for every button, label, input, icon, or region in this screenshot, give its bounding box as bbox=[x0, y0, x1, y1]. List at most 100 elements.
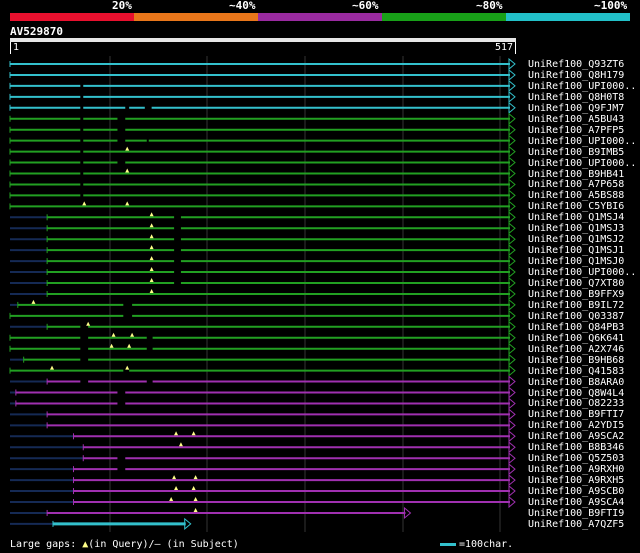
hit-row bbox=[9, 331, 516, 344]
subject-gap bbox=[117, 456, 126, 461]
hit-name-link[interactable]: UniRef100_A5BS88 bbox=[528, 190, 624, 201]
hit-name-link[interactable]: UniRef100_B9HB41 bbox=[528, 169, 624, 180]
hit-name-link[interactable]: UniRef100_B8ARA0 bbox=[528, 377, 624, 388]
hit-row bbox=[9, 156, 516, 169]
scale-text: =100char. bbox=[459, 539, 514, 550]
hit-name-link[interactable]: UniRef100_B9HB68 bbox=[528, 355, 624, 366]
hit-row bbox=[10, 265, 516, 279]
hit-row bbox=[10, 441, 516, 454]
query-gap-triangle bbox=[149, 212, 154, 217]
hit-name-link[interactable]: UniRef100_Q1MSJ1 bbox=[528, 245, 624, 256]
hit-name-link[interactable]: UniRef100_C5YBI6 bbox=[528, 201, 624, 212]
subject-gap bbox=[117, 127, 126, 132]
subject-gap bbox=[123, 313, 133, 318]
hit-row bbox=[10, 408, 516, 421]
hit-name-link[interactable]: UniRef100_B9IL72 bbox=[528, 300, 624, 311]
hit-name-link[interactable]: UniRef100_Q7XT80 bbox=[528, 278, 624, 289]
hit-row bbox=[10, 211, 516, 224]
hit-name-link[interactable]: UniRef100_Q6K641 bbox=[528, 333, 624, 344]
subject-gap bbox=[146, 138, 149, 143]
subject-gap bbox=[80, 149, 84, 154]
query-gap-triangle bbox=[191, 486, 196, 491]
subject-gap bbox=[80, 193, 84, 198]
hit-row bbox=[9, 309, 516, 322]
hit-name-link[interactable]: UniRef100_A2X746 bbox=[528, 344, 624, 355]
subject-gap bbox=[117, 138, 126, 143]
hit-name-link[interactable]: UniRef100_A9RXH0 bbox=[528, 464, 624, 475]
subject-gap bbox=[174, 248, 181, 253]
subject-gap bbox=[80, 335, 89, 340]
subject-gap bbox=[174, 259, 181, 264]
hit-name-link[interactable]: UniRef100_Q8H179 bbox=[528, 70, 624, 81]
hit-name-link[interactable]: UniRef100_UPI000.. bbox=[528, 136, 636, 147]
query-gap-triangle bbox=[174, 431, 179, 436]
hit-name-link[interactable]: UniRef100_Q5Z503 bbox=[528, 453, 624, 464]
hit-row bbox=[10, 463, 516, 476]
hit-name-link[interactable]: UniRef100_Q41583 bbox=[528, 366, 624, 377]
hit-row bbox=[9, 68, 516, 82]
query-gap-triangle bbox=[109, 343, 114, 348]
subject-gap bbox=[117, 116, 126, 121]
hit-row bbox=[9, 364, 516, 377]
hit-name-link[interactable]: UniRef100_B9FFX9 bbox=[528, 289, 624, 300]
query-gap-triangle bbox=[174, 486, 179, 491]
hit-row bbox=[9, 178, 516, 191]
subject-gap bbox=[117, 390, 126, 395]
hit-name-link[interactable]: UniRef100_B9FTI9 bbox=[528, 508, 624, 519]
hit-name-link[interactable]: UniRef100_Q8W4L4 bbox=[528, 388, 624, 399]
hit-name-link[interactable]: UniRef100_Q9FJM7 bbox=[528, 103, 624, 114]
hit-name-link[interactable]: UniRef100_Q84PB3 bbox=[528, 322, 624, 333]
hit-name-link[interactable]: UniRef100_B9IMB5 bbox=[528, 147, 624, 158]
query-gap-triangle bbox=[191, 431, 196, 436]
subject-gap bbox=[80, 105, 84, 110]
hit-name-link[interactable]: UniRef100_UPI000.. bbox=[528, 81, 636, 92]
hit-name-link[interactable]: UniRef100_Q1MSJ2 bbox=[528, 234, 624, 245]
subject-gap bbox=[144, 105, 152, 110]
hit-row bbox=[9, 200, 516, 213]
hit-name-link[interactable]: UniRef100_A9SCB0 bbox=[528, 486, 624, 497]
query-gap-triangle bbox=[178, 442, 183, 447]
query-gap-triangle bbox=[149, 267, 154, 272]
hit-name-link[interactable]: UniRef100_A9RXH5 bbox=[528, 475, 624, 486]
hit-name-link[interactable]: UniRef100_UPI000.. bbox=[528, 158, 636, 169]
hit-name-link[interactable]: UniRef100_A9SCA4 bbox=[528, 497, 624, 508]
hit-row bbox=[9, 90, 516, 103]
hit-row bbox=[9, 79, 516, 92]
hit-name-link[interactable]: UniRef100_A5BU43 bbox=[528, 114, 624, 125]
hit-row bbox=[10, 353, 516, 366]
hit-row bbox=[9, 167, 516, 180]
hit-name-link[interactable]: UniRef100_Q03387 bbox=[528, 311, 624, 322]
hit-row bbox=[10, 255, 516, 268]
hit-name-link[interactable]: UniRef100_A9SCA2 bbox=[528, 431, 624, 442]
query-gap-triangle bbox=[149, 234, 154, 239]
hit-name-link[interactable]: UniRef100_Q1MSJ3 bbox=[528, 223, 624, 234]
hit-name-link[interactable]: UniRef100_A2YDI5 bbox=[528, 420, 624, 431]
query-gap-triangle bbox=[127, 343, 132, 348]
hit-name-link[interactable]: UniRef100_A7P658 bbox=[528, 179, 624, 190]
hit-row bbox=[9, 57, 516, 71]
hit-name-link[interactable]: UniRef100_Q1MSJ4 bbox=[528, 212, 624, 223]
hit-name-link[interactable]: UniRef100_O82233 bbox=[528, 398, 624, 409]
query-gap-triangle bbox=[149, 278, 154, 282]
hit-row bbox=[9, 101, 516, 114]
query-gap-triangle bbox=[86, 321, 91, 326]
hit-row bbox=[10, 419, 516, 432]
hit-name-link[interactable]: UniRef100_B9FTI7 bbox=[528, 409, 624, 420]
hit-name-link[interactable]: UniRef100_UPI000.. bbox=[528, 267, 636, 278]
hit-row bbox=[9, 342, 516, 355]
hit-name-link[interactable]: UniRef100_A7PFP5 bbox=[528, 125, 624, 136]
hit-row bbox=[10, 386, 516, 399]
hit-name-link[interactable]: UniRef100_Q8H0T8 bbox=[528, 92, 624, 103]
subject-gap bbox=[146, 379, 153, 384]
query-gap-triangle bbox=[82, 201, 87, 206]
subject-gap bbox=[174, 215, 181, 220]
hit-row bbox=[10, 397, 516, 410]
hit-row bbox=[10, 222, 516, 235]
hit-row bbox=[9, 145, 516, 158]
hit-row bbox=[10, 233, 516, 246]
hit-name-link[interactable]: UniRef100_A7QZF5 bbox=[528, 519, 624, 530]
hit-name-link[interactable]: UniRef100_Q1MSJ0 bbox=[528, 256, 624, 267]
hit-name-link[interactable]: UniRef100_B8B346 bbox=[528, 442, 624, 453]
hit-name-link[interactable]: UniRef100_Q93ZT6 bbox=[528, 59, 624, 70]
scale-legend: =100char. bbox=[440, 539, 513, 551]
